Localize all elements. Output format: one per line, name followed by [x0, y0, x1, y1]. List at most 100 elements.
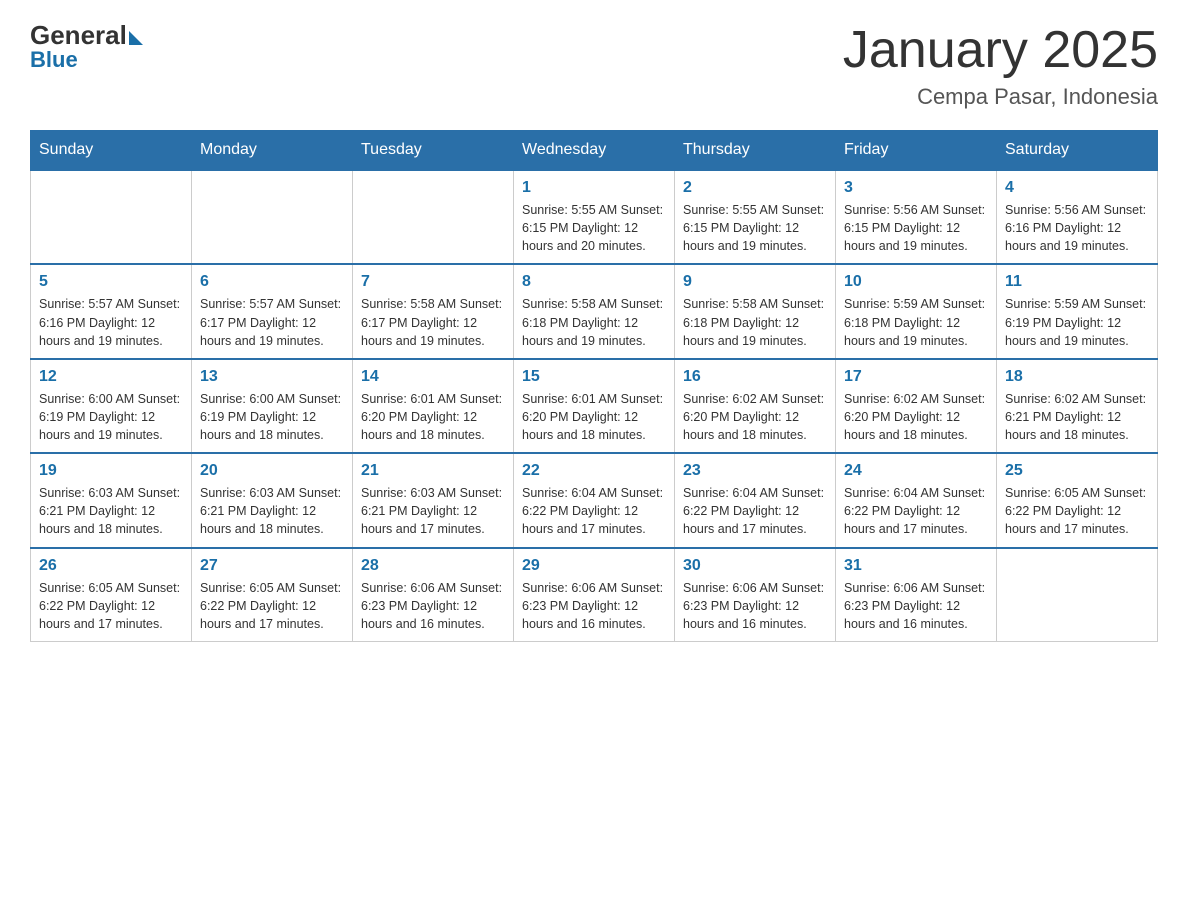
logo-triangle-icon	[129, 31, 143, 45]
day-info: Sunrise: 6:04 AM Sunset: 6:22 PM Dayligh…	[683, 484, 827, 538]
day-info: Sunrise: 6:02 AM Sunset: 6:20 PM Dayligh…	[683, 390, 827, 444]
day-number: 22	[522, 462, 666, 480]
day-of-week-header: Wednesday	[514, 131, 675, 171]
day-info: Sunrise: 6:06 AM Sunset: 6:23 PM Dayligh…	[361, 579, 505, 633]
day-number: 27	[200, 557, 344, 575]
day-info: Sunrise: 6:01 AM Sunset: 6:20 PM Dayligh…	[522, 390, 666, 444]
logo-subtitle: Blue	[30, 47, 143, 73]
day-number: 25	[1005, 462, 1149, 480]
day-of-week-header: Tuesday	[353, 131, 514, 171]
day-number: 30	[683, 557, 827, 575]
calendar-cell: 31 Sunrise: 6:06 AM Sunset: 6:23 PM Dayli…	[836, 548, 997, 642]
day-info: Sunrise: 6:03 AM Sunset: 6:21 PM Dayligh…	[39, 484, 183, 538]
day-info: Sunrise: 6:04 AM Sunset: 6:22 PM Dayligh…	[844, 484, 988, 538]
calendar-cell: 24 Sunrise: 6:04 AM Sunset: 6:22 PM Dayli…	[836, 453, 997, 547]
calendar-cell: 30 Sunrise: 6:06 AM Sunset: 6:23 PM Dayli…	[675, 548, 836, 642]
calendar-cell: 7Sunrise: 5:58 AM Sunset: 6:17 PM Daylig…	[353, 264, 514, 358]
calendar-cell	[353, 170, 514, 264]
day-number: 8	[522, 273, 666, 291]
title-block: January 2025 Cempa Pasar, Indonesia	[843, 20, 1158, 110]
calendar-week-row: 12 Sunrise: 6:00 AM Sunset: 6:19 PM Dayli…	[31, 359, 1158, 453]
calendar-cell	[31, 170, 192, 264]
calendar-cell: 10 Sunrise: 5:59 AM Sunset: 6:18 PM Dayli…	[836, 264, 997, 358]
calendar-cell: 4 Sunrise: 5:56 AM Sunset: 6:16 PM Daylig…	[997, 170, 1158, 264]
day-number: 10	[844, 273, 988, 291]
day-info: Sunrise: 6:01 AM Sunset: 6:20 PM Dayligh…	[361, 390, 505, 444]
day-number: 31	[844, 557, 988, 575]
calendar-cell: 11 Sunrise: 5:59 AM Sunset: 6:19 PM Dayli…	[997, 264, 1158, 358]
day-number: 24	[844, 462, 988, 480]
day-info: Sunrise: 6:05 AM Sunset: 6:22 PM Dayligh…	[200, 579, 344, 633]
day-info: Sunrise: 5:57 AM Sunset: 6:16 PM Dayligh…	[39, 295, 183, 349]
day-info: Sunrise: 6:06 AM Sunset: 6:23 PM Dayligh…	[683, 579, 827, 633]
day-of-week-header: Monday	[192, 131, 353, 171]
day-number: 16	[683, 368, 827, 386]
calendar-table: SundayMondayTuesdayWednesdayThursdayFrid…	[30, 130, 1158, 642]
calendar-cell	[997, 548, 1158, 642]
day-of-week-header: Thursday	[675, 131, 836, 171]
day-info: Sunrise: 6:02 AM Sunset: 6:21 PM Dayligh…	[1005, 390, 1149, 444]
day-number: 15	[522, 368, 666, 386]
day-number: 20	[200, 462, 344, 480]
calendar-cell: 26Sunrise: 6:05 AM Sunset: 6:22 PM Dayli…	[31, 548, 192, 642]
logo: General Blue	[30, 20, 143, 73]
day-number: 18	[1005, 368, 1149, 386]
calendar-cell	[192, 170, 353, 264]
calendar-cell: 5Sunrise: 5:57 AM Sunset: 6:16 PM Daylig…	[31, 264, 192, 358]
day-info: Sunrise: 5:59 AM Sunset: 6:19 PM Dayligh…	[1005, 295, 1149, 349]
day-info: Sunrise: 6:00 AM Sunset: 6:19 PM Dayligh…	[39, 390, 183, 444]
day-number: 29	[522, 557, 666, 575]
day-info: Sunrise: 5:58 AM Sunset: 6:17 PM Dayligh…	[361, 295, 505, 349]
calendar-cell: 18 Sunrise: 6:02 AM Sunset: 6:21 PM Dayli…	[997, 359, 1158, 453]
day-number: 1	[522, 179, 666, 197]
calendar-cell: 16 Sunrise: 6:02 AM Sunset: 6:20 PM Dayli…	[675, 359, 836, 453]
day-info: Sunrise: 6:00 AM Sunset: 6:19 PM Dayligh…	[200, 390, 344, 444]
day-of-week-header: Friday	[836, 131, 997, 171]
day-info: Sunrise: 5:57 AM Sunset: 6:17 PM Dayligh…	[200, 295, 344, 349]
day-number: 11	[1005, 273, 1149, 291]
day-info: Sunrise: 5:58 AM Sunset: 6:18 PM Dayligh…	[683, 295, 827, 349]
day-number: 19	[39, 462, 183, 480]
calendar-cell: 22 Sunrise: 6:04 AM Sunset: 6:22 PM Dayli…	[514, 453, 675, 547]
day-info: Sunrise: 5:58 AM Sunset: 6:18 PM Dayligh…	[522, 295, 666, 349]
calendar-cell: 19 Sunrise: 6:03 AM Sunset: 6:21 PM Dayli…	[31, 453, 192, 547]
calendar-week-row: 19 Sunrise: 6:03 AM Sunset: 6:21 PM Dayli…	[31, 453, 1158, 547]
day-info: Sunrise: 5:59 AM Sunset: 6:18 PM Dayligh…	[844, 295, 988, 349]
calendar-cell: 3 Sunrise: 5:56 AM Sunset: 6:15 PM Daylig…	[836, 170, 997, 264]
calendar-cell: 13Sunrise: 6:00 AM Sunset: 6:19 PM Dayli…	[192, 359, 353, 453]
day-info: Sunrise: 6:04 AM Sunset: 6:22 PM Dayligh…	[522, 484, 666, 538]
day-number: 14	[361, 368, 505, 386]
day-info: Sunrise: 5:56 AM Sunset: 6:15 PM Dayligh…	[844, 201, 988, 255]
day-info: Sunrise: 6:02 AM Sunset: 6:20 PM Dayligh…	[844, 390, 988, 444]
calendar-title: January 2025	[843, 20, 1158, 80]
day-number: 17	[844, 368, 988, 386]
day-header-row: SundayMondayTuesdayWednesdayThursdayFrid…	[31, 131, 1158, 171]
calendar-week-row: 26Sunrise: 6:05 AM Sunset: 6:22 PM Dayli…	[31, 548, 1158, 642]
calendar-cell: 28Sunrise: 6:06 AM Sunset: 6:23 PM Dayli…	[353, 548, 514, 642]
day-number: 23	[683, 462, 827, 480]
calendar-cell: 8 Sunrise: 5:58 AM Sunset: 6:18 PM Daylig…	[514, 264, 675, 358]
day-of-week-header: Saturday	[997, 131, 1158, 171]
day-info: Sunrise: 6:06 AM Sunset: 6:23 PM Dayligh…	[844, 579, 988, 633]
calendar-cell: 27 Sunrise: 6:05 AM Sunset: 6:22 PM Dayli…	[192, 548, 353, 642]
day-number: 3	[844, 179, 988, 197]
calendar-cell: 6 Sunrise: 5:57 AM Sunset: 6:17 PM Daylig…	[192, 264, 353, 358]
calendar-cell: 1 Sunrise: 5:55 AM Sunset: 6:15 PM Daylig…	[514, 170, 675, 264]
calendar-cell: 29 Sunrise: 6:06 AM Sunset: 6:23 PM Dayli…	[514, 548, 675, 642]
day-number: 21	[361, 462, 505, 480]
day-info: Sunrise: 6:05 AM Sunset: 6:22 PM Dayligh…	[39, 579, 183, 633]
day-number: 4	[1005, 179, 1149, 197]
day-info: Sunrise: 6:06 AM Sunset: 6:23 PM Dayligh…	[522, 579, 666, 633]
day-number: 6	[200, 273, 344, 291]
calendar-cell: 17 Sunrise: 6:02 AM Sunset: 6:20 PM Dayli…	[836, 359, 997, 453]
calendar-body: 1 Sunrise: 5:55 AM Sunset: 6:15 PM Daylig…	[31, 170, 1158, 641]
calendar-cell: 23 Sunrise: 6:04 AM Sunset: 6:22 PM Dayli…	[675, 453, 836, 547]
day-info: Sunrise: 5:56 AM Sunset: 6:16 PM Dayligh…	[1005, 201, 1149, 255]
day-number: 9	[683, 273, 827, 291]
calendar-cell: 15 Sunrise: 6:01 AM Sunset: 6:20 PM Dayli…	[514, 359, 675, 453]
day-number: 12	[39, 368, 183, 386]
day-of-week-header: Sunday	[31, 131, 192, 171]
calendar-cell: 12 Sunrise: 6:00 AM Sunset: 6:19 PM Dayli…	[31, 359, 192, 453]
day-info: Sunrise: 5:55 AM Sunset: 6:15 PM Dayligh…	[522, 201, 666, 255]
page-header: General Blue January 2025 Cempa Pasar, I…	[30, 20, 1158, 110]
